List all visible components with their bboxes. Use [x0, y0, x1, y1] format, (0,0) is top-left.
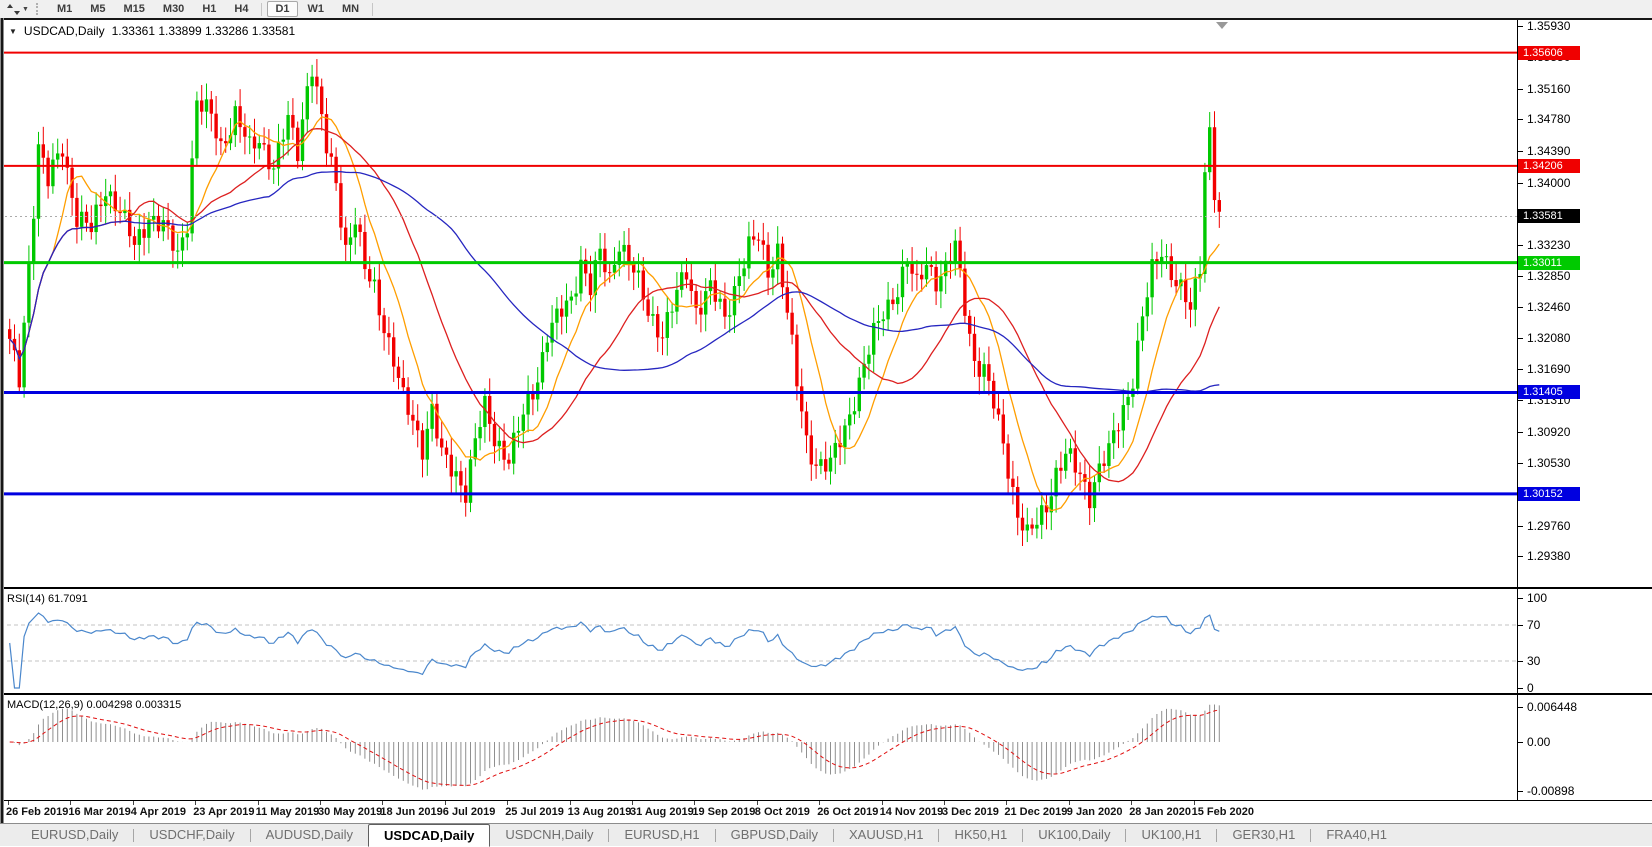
time-axis-tick [70, 801, 71, 805]
timeframe-button-w1[interactable]: W1 [300, 1, 333, 17]
time-axis-label: 23 Apr 2019 [193, 806, 254, 818]
time-axis-tick [507, 801, 508, 805]
timeframe-button-h1[interactable]: H1 [194, 1, 224, 17]
chart-symbol-period: USDCAD,Daily [24, 24, 105, 38]
time-axis-label: 9 Jan 2020 [1067, 806, 1123, 818]
macd-label: MACD(12,26,9) 0.004298 0.003315 [7, 699, 181, 711]
tab-eurusd-h1[interactable]: EURUSD,H1 [609, 825, 714, 845]
time-axis-tick [819, 801, 820, 805]
window-left-border [0, 18, 4, 823]
collapse-caret-icon[interactable]: ▼ [9, 27, 17, 36]
time-axis-label: 4 Apr 2019 [131, 806, 186, 818]
chart-title: ▼ USDCAD,Daily 1.33361 1.33899 1.33286 1… [9, 24, 295, 38]
time-axis-tick [694, 801, 695, 805]
time-axis-tick [882, 801, 883, 805]
tab-eurusd-daily[interactable]: EURUSD,Daily [16, 825, 133, 845]
time-axis-label: 6 Jul 2019 [443, 806, 496, 818]
time-axis-label: 14 Nov 2019 [880, 806, 944, 818]
tab-usdcad-daily[interactable]: USDCAD,Daily [368, 824, 490, 847]
main-chart-panel[interactable]: ▼ USDCAD,Daily 1.33361 1.33899 1.33286 1… [0, 18, 1652, 589]
time-axis-tick [757, 801, 758, 805]
time-axis-tick [1069, 801, 1070, 805]
tab-uk100-daily[interactable]: UK100,Daily [1023, 825, 1125, 845]
time-axis-label: 25 Jul 2019 [505, 806, 564, 818]
time-axis[interactable]: 26 Feb 201916 Mar 20194 Apr 2019 23 Apr 2… [0, 801, 1652, 823]
time-axis-label: 26 Feb 2019 [6, 806, 68, 818]
time-axis-tick [570, 801, 571, 805]
time-axis-tick [8, 801, 9, 805]
time-axis-label: 3 Dec 2019 [942, 806, 999, 818]
time-axis-label: 18 Jun 2019 [380, 806, 442, 818]
tab-fra40-h1[interactable]: FRA40,H1 [1311, 825, 1402, 845]
timeframe-button-h4[interactable]: H4 [226, 1, 256, 17]
rsi-panel[interactable]: RSI(14) 61.7091 [0, 589, 1652, 695]
time-axis-tick [195, 801, 196, 805]
tab-usdcnh-daily[interactable]: USDCNH,Daily [490, 825, 608, 845]
rsi-chart [0, 589, 1652, 693]
timeframe-button-m30[interactable]: M30 [155, 1, 192, 17]
chart-ohlc-values: 1.33361 1.33899 1.33286 1.33581 [112, 24, 296, 38]
timeframe-button-m15[interactable]: M15 [116, 1, 153, 17]
tab-gbpusd-daily[interactable]: GBPUSD,Daily [716, 825, 833, 845]
rsi-label: RSI(14) 61.7091 [7, 593, 88, 605]
tab-uk100-h1[interactable]: UK100,H1 [1126, 825, 1216, 845]
tab-ger30-h1[interactable]: GER30,H1 [1217, 825, 1310, 845]
time-axis-tick [133, 801, 134, 805]
tab-usdchf-daily[interactable]: USDCHF,Daily [134, 825, 249, 845]
time-axis-label: 21 Dec 2019 [1004, 806, 1067, 818]
dropdown-caret-icon[interactable]: ▼ [22, 6, 29, 13]
tab-audusd-daily[interactable]: AUDUSD,Daily [251, 825, 368, 845]
time-axis-tick [1194, 801, 1195, 805]
time-axis-tick [320, 801, 321, 805]
time-axis-tick [632, 801, 633, 805]
macd-chart [0, 695, 1652, 800]
toolbar-separator [261, 3, 262, 16]
time-axis-tick [382, 801, 383, 805]
time-axis-label: 19 Sep 2019 [692, 806, 755, 818]
toolbar-separator [372, 3, 373, 16]
timeframe-button-d1[interactable]: D1 [267, 1, 297, 17]
time-axis-label: 13 Aug 2019 [568, 806, 632, 818]
time-axis-tick [445, 801, 446, 805]
time-axis-label: 31 Aug 2019 [630, 806, 694, 818]
time-axis-tick [1006, 801, 1007, 805]
time-axis-label: 30 May 2019 [318, 806, 382, 818]
chart-tabs-bar: EURUSD,DailyUSDCHF,DailyAUDUSD,DailyUSDC… [0, 823, 1652, 846]
time-axis-tick [944, 801, 945, 805]
chart-profiles-icon[interactable] [4, 2, 22, 16]
candlestick-chart [0, 20, 1652, 587]
toolbar-grip[interactable] [36, 3, 42, 15]
time-axis-label: 16 Mar 2019 [68, 806, 130, 818]
timeframe-toolbar: ▼ M1M5M15M30H1H4 D1W1MN [0, 0, 1652, 18]
time-axis-label: 15 Feb 2020 [1192, 806, 1254, 818]
time-axis-label: 11 May 2019 [256, 806, 320, 818]
time-axis-tick [258, 801, 259, 805]
time-axis-label: 8 Oct 2019 [755, 806, 810, 818]
timeframe-button-mn[interactable]: MN [334, 1, 367, 17]
macd-panel[interactable]: MACD(12,26,9) 0.004298 0.003315 [0, 695, 1652, 801]
tab-xauusd-h1[interactable]: XAUUSD,H1 [834, 825, 938, 845]
tab-hk50-h1[interactable]: HK50,H1 [939, 825, 1022, 845]
timeframe-button-m1[interactable]: M1 [49, 1, 80, 17]
timeframe-button-m5[interactable]: M5 [82, 1, 113, 17]
time-axis-label: 28 Jan 2020 [1129, 806, 1191, 818]
time-axis-label: 26 Oct 2019 [817, 806, 878, 818]
time-axis-tick [1131, 801, 1132, 805]
